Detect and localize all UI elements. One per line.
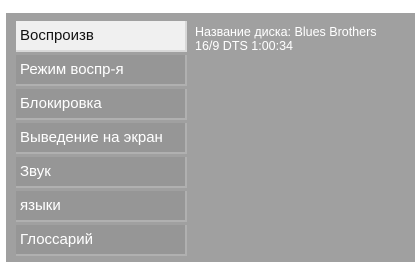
menu-item-label: Глоссарий: [20, 231, 93, 248]
menu-item-label: Блокировка: [20, 95, 102, 112]
menu-item-display[interactable]: Выведение на экран: [16, 123, 187, 154]
menu-item-label: Выведение на экран: [20, 129, 163, 146]
menu-item-sound[interactable]: Звук: [16, 157, 187, 188]
menu-list: Воспроизв Режим воспр-я Блокировка Вывед…: [16, 21, 187, 259]
menu-item-languages[interactable]: языки: [16, 191, 187, 222]
menu-item-label: языки: [20, 197, 61, 214]
format-duration-text: 16/9 DTS 1:00:34: [195, 39, 293, 53]
menu-item-label: Воспроизв: [20, 27, 94, 44]
disc-name-text: Название диска: Blues Brothers: [195, 25, 377, 39]
menu-item-label: Звук: [20, 163, 51, 180]
screen: Воспроизв Режим воспр-я Блокировка Вывед…: [0, 0, 420, 268]
menu-item-lock[interactable]: Блокировка: [16, 89, 187, 120]
menu-item-label: Режим воспр-я: [20, 61, 124, 78]
disc-info: Название диска: Blues Brothers 16/9 DTS …: [195, 25, 413, 53]
menu-item-glossary[interactable]: Глоссарий: [16, 225, 187, 256]
menu-item-playback[interactable]: Воспроизв: [16, 21, 187, 52]
menu-item-play-mode[interactable]: Режим воспр-я: [16, 55, 187, 86]
setup-menu-panel: Воспроизв Режим воспр-я Блокировка Вывед…: [6, 13, 415, 262]
